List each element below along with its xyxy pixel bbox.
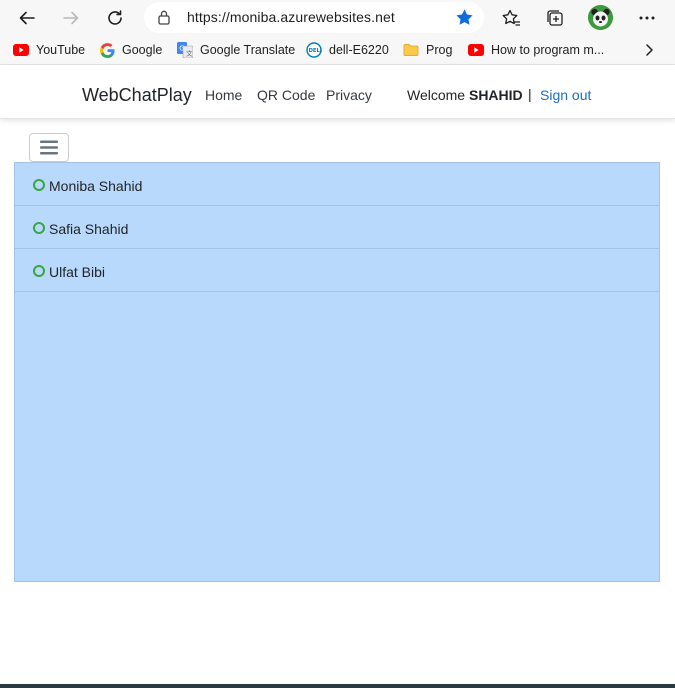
contact-name: Safia Shahid: [49, 221, 129, 237]
contact-name: Ulfat Bibi: [49, 264, 106, 280]
panda-icon: [588, 5, 613, 30]
sidebar-toggle-button[interactable]: [29, 133, 69, 162]
google-translate-icon: G文: [177, 42, 193, 58]
contact-item[interactable]: Safia Shahid: [15, 206, 659, 249]
bookmark-google[interactable]: Google: [99, 40, 162, 60]
favorite-star-icon[interactable]: [455, 8, 474, 27]
nav-separator: |: [528, 86, 532, 102]
contact-item[interactable]: Moniba Shahid: [15, 163, 659, 206]
forward-arrow-icon: [63, 11, 79, 25]
taskbar-edge: [0, 684, 675, 688]
bookmark-google-translate[interactable]: G文 Google Translate: [177, 40, 295, 60]
youtube-icon: [468, 42, 484, 58]
hamburger-menu-icon: [40, 140, 58, 155]
contact-item[interactable]: Ulfat Bibi: [15, 249, 659, 292]
address-bar[interactable]: https://moniba.azurewebsites.net: [144, 2, 484, 33]
url-text: https://moniba.azurewebsites.net: [187, 9, 395, 25]
favorites-button[interactable]: [496, 3, 526, 33]
google-icon: [99, 42, 115, 58]
folder-icon: [403, 42, 419, 58]
sign-out-link[interactable]: Sign out: [540, 87, 591, 103]
nav-link-home[interactable]: Home: [205, 87, 242, 103]
online-status-icon: [33, 265, 45, 277]
user-name: SHAHID: [468, 87, 523, 103]
bookmark-dell[interactable]: DELL dell-E6220: [306, 40, 389, 60]
favorites-list-icon: [502, 9, 520, 26]
back-button[interactable]: [12, 3, 42, 33]
bookmarks-bar: YouTube Google G文 Google Translate DELL …: [0, 36, 675, 64]
bookmark-youtube[interactable]: YouTube: [13, 40, 85, 60]
welcome-text: Welcome SHAHID: [407, 87, 523, 103]
collections-button[interactable]: [540, 3, 570, 33]
chevron-right-icon: [646, 44, 653, 56]
svg-text:DELL: DELL: [309, 48, 322, 54]
profile-avatar[interactable]: [588, 5, 613, 30]
refresh-button[interactable]: [100, 3, 130, 33]
more-options-button[interactable]: [632, 3, 662, 33]
youtube-icon: [13, 42, 29, 58]
bookmark-folder-prog[interactable]: Prog: [403, 40, 452, 60]
back-arrow-icon: [19, 11, 35, 25]
bookmarks-overflow-button[interactable]: [641, 42, 657, 63]
nav-link-qr-code[interactable]: QR Code: [257, 87, 315, 103]
ellipsis-icon: [639, 16, 655, 20]
site-navbar: WebChatPlay Home QR Code Privacy Welcome…: [0, 65, 675, 119]
lock-icon: [158, 10, 170, 25]
browser-toolbar: https://moniba.azurewebsites.net: [0, 0, 675, 36]
online-status-icon: [33, 222, 45, 234]
dell-icon: DELL: [306, 42, 322, 58]
nav-link-privacy[interactable]: Privacy: [326, 87, 372, 103]
refresh-icon: [108, 10, 122, 25]
online-status-icon: [33, 179, 45, 191]
forward-button[interactable]: [56, 3, 86, 33]
brand-link[interactable]: WebChatPlay: [82, 85, 192, 106]
svg-text:文: 文: [186, 49, 193, 58]
svg-text:G: G: [179, 45, 184, 53]
contact-name: Moniba Shahid: [49, 178, 143, 194]
collections-icon: [547, 10, 563, 26]
bookmark-how-to-program[interactable]: How to program m...: [468, 40, 604, 60]
contacts-panel: Moniba Shahid Safia Shahid Ulfat Bibi: [14, 162, 660, 582]
